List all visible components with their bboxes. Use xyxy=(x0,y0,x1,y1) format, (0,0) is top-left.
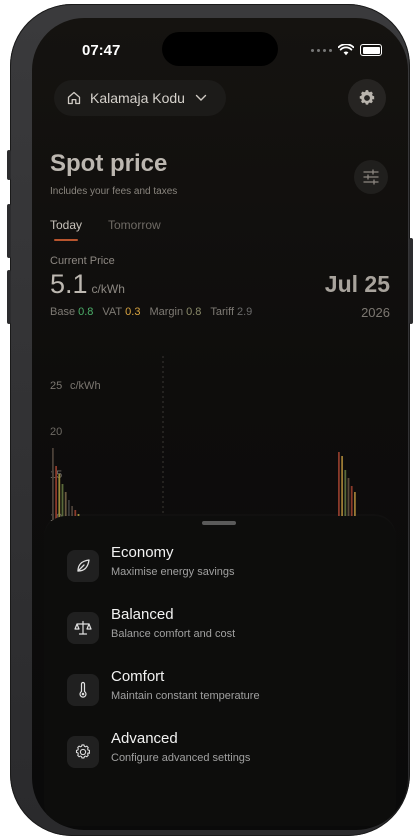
gear-icon xyxy=(359,90,375,105)
mode-description: Configure advanced settings xyxy=(111,752,251,764)
active-tab-indicator xyxy=(54,239,78,241)
leaf-icon xyxy=(77,559,90,572)
y-tick-label: 25 xyxy=(50,380,62,392)
thermometer-icon xyxy=(79,681,87,698)
mode-description: Maximise energy savings xyxy=(111,566,235,578)
current-price-value: 5.1 xyxy=(50,269,88,299)
phone-frame: 07:47 Kalamaja Kodu Spot price Includes … xyxy=(7,4,413,836)
mode-balanced[interactable]: Balanced Balance comfort and cost xyxy=(44,600,396,656)
action-button xyxy=(7,150,11,180)
mode-title: Economy xyxy=(111,544,174,561)
y-tick-label: 20 xyxy=(50,426,62,438)
price-year: 2026 xyxy=(361,305,390,320)
chevron-down-icon xyxy=(195,94,207,101)
price-date: Jul 25 xyxy=(324,271,390,297)
mode-title: Comfort xyxy=(111,668,165,685)
current-price-label: Current Price xyxy=(50,255,115,267)
volume-up-button xyxy=(7,204,11,258)
sliders-icon xyxy=(363,169,379,185)
mode-description: Balance comfort and cost xyxy=(111,628,236,640)
gear-icon xyxy=(75,744,90,759)
breakdown-item: VAT 0.3 xyxy=(102,306,141,318)
sheet-grabber[interactable] xyxy=(202,521,236,525)
page-subtitle: Includes your fees and taxes xyxy=(50,186,178,197)
volume-down-button xyxy=(7,270,11,324)
y-axis-unit: c/kWh xyxy=(70,380,101,392)
mode-description: Maintain constant temperature xyxy=(111,690,260,702)
mode-economy[interactable]: Economy Maximise energy savings xyxy=(44,538,396,594)
price-breakdown: Base 0.8 VAT 0.3 Margin 0.8 Tariff 2.9 xyxy=(50,306,252,318)
screen: 07:47 Kalamaja Kodu Spot price Includes … xyxy=(32,18,408,830)
settings-button[interactable] xyxy=(348,79,386,117)
price-chart: 25 c/kWh 20 15 10 xyxy=(50,356,356,536)
mode-icon-tile xyxy=(67,674,99,706)
mode-advanced[interactable]: Advanced Configure advanced settings xyxy=(44,724,396,780)
home-name: Kalamaja Kodu xyxy=(90,90,185,106)
mode-title: Advanced xyxy=(111,730,178,747)
breakdown-item: Base 0.8 xyxy=(50,306,94,318)
tab-tomorrow[interactable]: Tomorrow xyxy=(108,218,161,232)
mode-icon-tile xyxy=(67,612,99,644)
mode-comfort[interactable]: Comfort Maintain constant temperature xyxy=(44,662,396,718)
current-price: 5.1 c/kWh xyxy=(50,269,125,300)
breakdown-item: Tariff 2.9 xyxy=(210,306,253,318)
mode-sheet: Economy Maximise energy savings Balanced… xyxy=(44,516,396,826)
house-icon xyxy=(67,91,81,105)
scale-icon xyxy=(74,620,92,635)
mode-icon-tile xyxy=(67,736,99,768)
power-button xyxy=(409,238,413,324)
breakdown-item: Margin 0.8 xyxy=(149,306,202,318)
page-title: Spot price xyxy=(50,150,168,177)
filter-button[interactable] xyxy=(354,160,388,194)
mode-icon-tile xyxy=(67,550,99,582)
tab-today[interactable]: Today xyxy=(50,218,82,232)
mode-title: Balanced xyxy=(111,606,174,623)
home-selector[interactable]: Kalamaja Kodu xyxy=(54,80,226,116)
current-price-unit: c/kWh xyxy=(91,282,125,296)
